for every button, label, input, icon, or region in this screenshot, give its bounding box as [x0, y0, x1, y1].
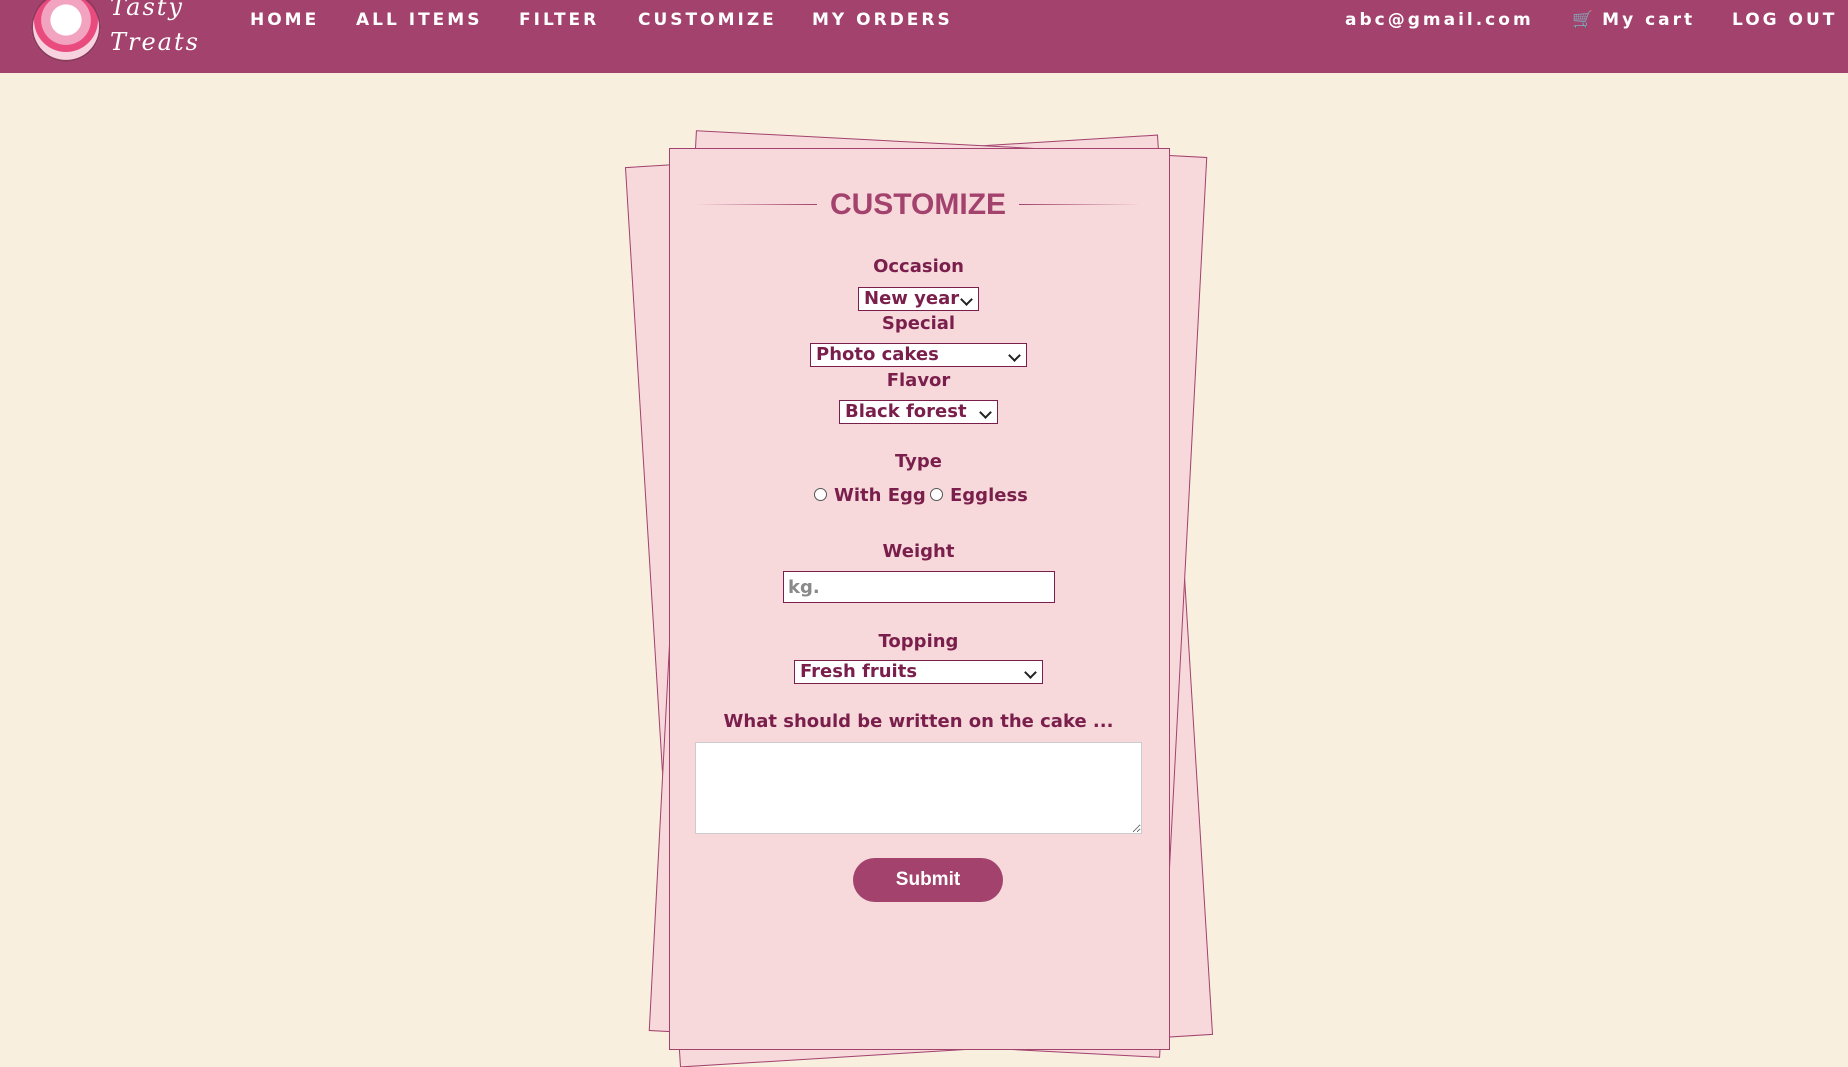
nav-home[interactable]: HOME [250, 10, 319, 30]
cart-label: My cart [1602, 10, 1696, 30]
title-divider-right [1019, 204, 1141, 205]
with-egg-label: With Egg [834, 485, 926, 506]
occasion-select[interactable]: New year [858, 287, 979, 311]
radio-with-egg[interactable] [814, 488, 827, 501]
eggless-label: Eggless [950, 485, 1028, 506]
flavor-select[interactable]: Black forest [839, 400, 998, 424]
message-label: What should be written on the cake ... [723, 711, 1114, 732]
weight-input[interactable] [783, 571, 1055, 603]
special-label: Special [881, 313, 956, 334]
chevron-down-icon [1024, 666, 1037, 679]
special-select[interactable]: Photo cakes [810, 343, 1027, 367]
nav-all-items[interactable]: ALL ITEMS [356, 10, 482, 30]
chevron-down-icon [979, 406, 992, 419]
flavor-value: Black forest [845, 401, 967, 422]
special-value: Photo cakes [816, 344, 939, 365]
nav-customize[interactable]: CUSTOMIZE [638, 10, 777, 30]
weight-label: Weight [882, 541, 955, 562]
occasion-label: Occasion [873, 256, 964, 277]
cart-icon: 🛒 [1572, 10, 1597, 30]
topping-value: Fresh fruits [800, 661, 918, 682]
brand-line1: Tasty [110, 0, 184, 21]
flavor-label: Flavor [886, 370, 951, 391]
navbar: Tasty Treats HOME ALL ITEMS FILTER CUSTO… [0, 0, 1848, 73]
chevron-down-icon [1008, 349, 1021, 362]
radio-eggless[interactable] [930, 488, 943, 501]
cupcake-logo-icon[interactable] [31, 0, 101, 62]
occasion-value: New year [864, 288, 960, 309]
nav-logout[interactable]: LOG OUT [1732, 10, 1837, 30]
form-title-row: CUSTOMIZE [695, 188, 1141, 224]
cake-message-textarea[interactable] [695, 742, 1142, 834]
nav-my-orders[interactable]: MY ORDERS [812, 10, 953, 30]
type-label: Type [895, 451, 942, 472]
brand-name[interactable]: Tasty Treats [110, 0, 200, 60]
nav-my-cart[interactable]: 🛒 My cart [1572, 10, 1695, 30]
topping-label: Topping [878, 631, 959, 652]
submit-button[interactable]: Submit [853, 858, 1003, 902]
topping-select[interactable]: Fresh fruits [794, 660, 1043, 684]
brand-line2: Treats [110, 28, 200, 56]
nav-filter[interactable]: FILTER [519, 10, 599, 30]
nav-email[interactable]: abc@gmail.com [1345, 10, 1534, 30]
chevron-down-icon [960, 293, 973, 306]
form-title: CUSTOMIZE [829, 188, 1007, 221]
